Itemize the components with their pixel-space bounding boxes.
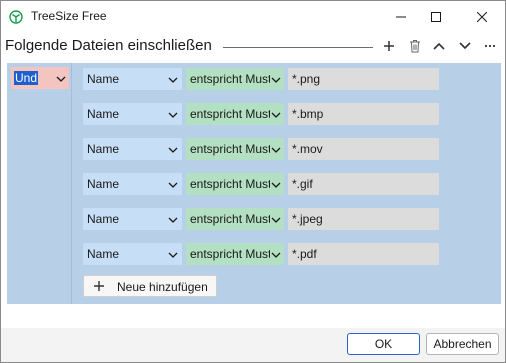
- field-select[interactable]: Name: [83, 243, 182, 265]
- field-value: Name: [87, 107, 120, 121]
- maximize-button[interactable]: [417, 1, 455, 32]
- ok-button[interactable]: OK: [347, 333, 420, 355]
- cancel-button[interactable]: Abbrechen: [426, 333, 499, 355]
- operator-select[interactable]: entspricht Muster: [186, 208, 284, 230]
- filter-content: Folgende Dateien einschließen Und Name e…: [1, 32, 505, 328]
- plus-icon: [384, 41, 394, 51]
- operator-value: entspricht Muster: [190, 72, 270, 86]
- chevron-down-icon: [459, 42, 471, 50]
- rule-row: Name entspricht Muster *.gif: [83, 173, 439, 195]
- field-select[interactable]: Name: [83, 208, 182, 230]
- delete-rule-button[interactable]: [406, 36, 424, 56]
- rule-row: Name entspricht Muster *.png: [83, 68, 439, 90]
- window-title: TreeSize Free: [31, 9, 107, 23]
- rule-row: Name entspricht Muster *.pdf: [83, 243, 439, 265]
- add-new-label: Neue hinzufügen: [117, 280, 208, 294]
- pattern-input[interactable]: *.png: [288, 68, 439, 90]
- treesize-logo-icon: [9, 10, 23, 24]
- chevron-up-icon: [433, 42, 445, 50]
- minimize-icon: [396, 16, 406, 17]
- add-rule-button[interactable]: [380, 36, 398, 56]
- operator-value: entspricht Muster: [190, 247, 270, 261]
- dialog-window: TreeSize Free Folgende Dateien einschlie…: [0, 0, 506, 363]
- chevron-down-icon: [271, 77, 281, 83]
- move-up-button[interactable]: [430, 36, 448, 56]
- chevron-down-icon: [56, 76, 66, 82]
- field-select[interactable]: Name: [83, 138, 182, 160]
- pattern-value: *.pdf: [292, 247, 317, 261]
- pattern-value: *.mov: [292, 142, 323, 156]
- pattern-value: *.jpeg: [292, 212, 323, 226]
- chevron-down-icon: [168, 182, 178, 188]
- add-new-button[interactable]: Neue hinzufügen: [83, 275, 217, 297]
- field-value: Name: [87, 177, 120, 191]
- operator-value: entspricht Muster: [190, 142, 270, 156]
- chevron-down-icon: [168, 217, 178, 223]
- title-bar: TreeSize Free: [1, 1, 505, 32]
- chevron-down-icon: [168, 77, 178, 83]
- chevron-down-icon: [271, 217, 281, 223]
- filter-heading: Folgende Dateien einschließen: [5, 37, 212, 54]
- field-select[interactable]: Name: [83, 68, 182, 90]
- maximize-icon: [431, 11, 441, 22]
- group-operator-select[interactable]: Und: [11, 67, 69, 89]
- rule-group-panel: Und Name entspricht Muster *.png Nam: [7, 63, 501, 304]
- field-select[interactable]: Name: [83, 103, 182, 125]
- pattern-input[interactable]: *.mov: [288, 138, 439, 160]
- operator-select[interactable]: entspricht Muster: [186, 243, 284, 265]
- operator-value: entspricht Muster: [190, 177, 270, 191]
- chevron-down-icon: [168, 147, 178, 153]
- more-icon: [484, 44, 496, 48]
- pattern-value: *.bmp: [292, 107, 324, 121]
- chevron-down-icon: [168, 252, 178, 258]
- field-value: Name: [87, 247, 120, 261]
- operator-select[interactable]: entspricht Muster: [186, 103, 284, 125]
- chevron-down-icon: [271, 147, 281, 153]
- pattern-value: *.png: [292, 72, 321, 86]
- dialog-footer: OK Abbrechen: [1, 328, 505, 362]
- operator-select[interactable]: entspricht Muster: [186, 173, 284, 195]
- chevron-down-icon: [168, 112, 178, 118]
- rule-row: Name entspricht Muster *.jpeg: [83, 208, 439, 230]
- chevron-down-icon: [271, 252, 281, 258]
- field-select[interactable]: Name: [83, 173, 182, 195]
- field-value: Name: [87, 212, 120, 226]
- pattern-input[interactable]: *.jpeg: [288, 208, 439, 230]
- operator-select[interactable]: entspricht Muster: [186, 138, 284, 160]
- group-divider: [71, 63, 72, 304]
- heading-divider: [223, 47, 373, 48]
- rule-row: Name entspricht Muster *.bmp: [83, 103, 439, 125]
- rule-row: Name entspricht Muster *.mov: [83, 138, 439, 160]
- close-button[interactable]: [463, 1, 501, 32]
- operator-value: entspricht Muster: [190, 107, 270, 121]
- group-operator-value: Und: [14, 71, 39, 85]
- operator-select[interactable]: entspricht Muster: [186, 68, 284, 90]
- pattern-input[interactable]: *.pdf: [288, 243, 439, 265]
- minimize-button[interactable]: [382, 1, 420, 32]
- close-icon: [477, 11, 487, 22]
- field-value: Name: [87, 142, 120, 156]
- operator-value: entspricht Muster: [190, 212, 270, 226]
- pattern-value: *.gif: [292, 177, 313, 191]
- pattern-input[interactable]: *.gif: [288, 173, 439, 195]
- trash-icon: [410, 40, 420, 53]
- move-down-button[interactable]: [456, 36, 474, 56]
- more-options-button[interactable]: [481, 36, 499, 56]
- plus-icon: [94, 281, 104, 291]
- chevron-down-icon: [271, 182, 281, 188]
- field-value: Name: [87, 72, 120, 86]
- pattern-input[interactable]: *.bmp: [288, 103, 439, 125]
- chevron-down-icon: [271, 112, 281, 118]
